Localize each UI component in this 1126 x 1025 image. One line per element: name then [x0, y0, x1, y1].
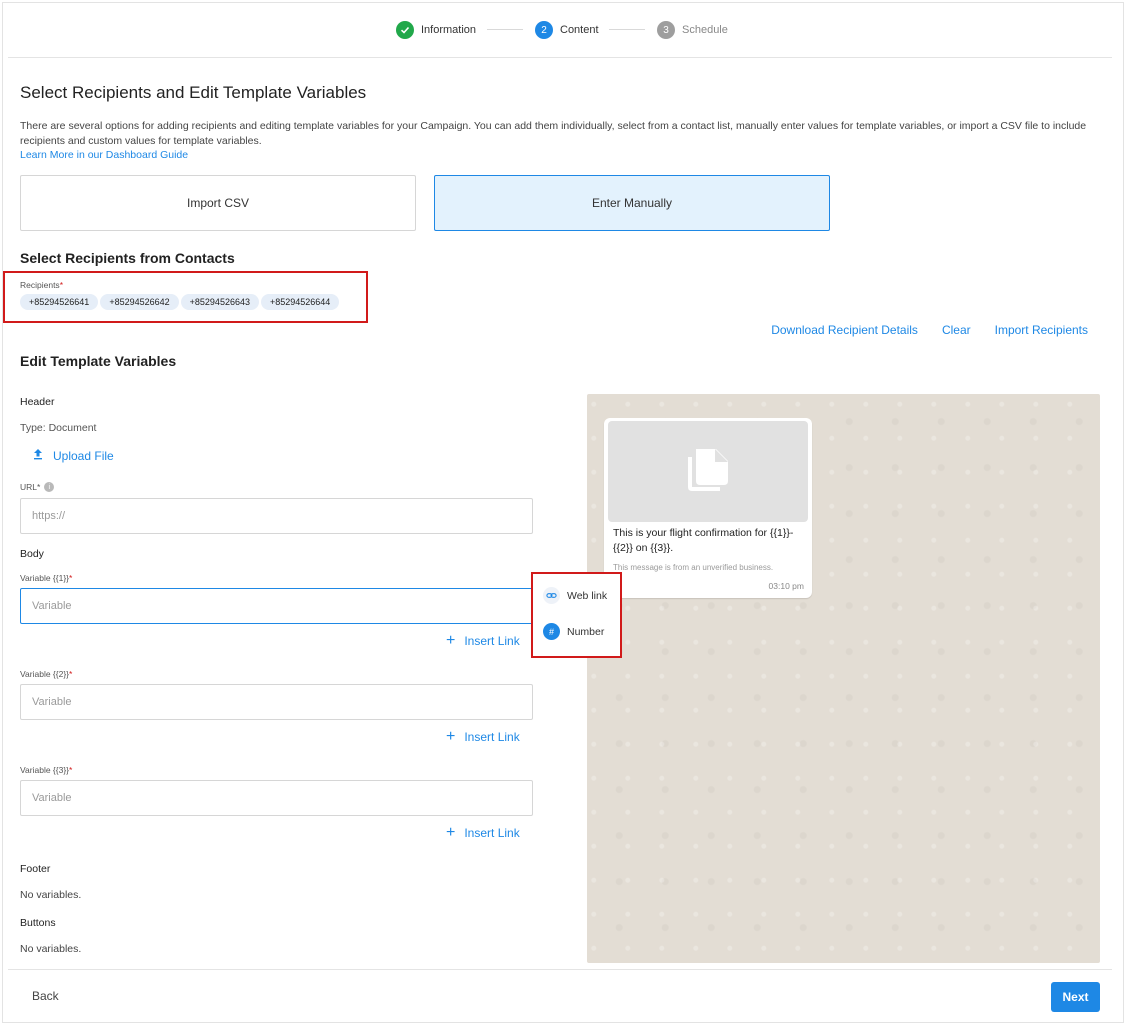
menu-item-label: Number	[567, 625, 605, 638]
variable-1-label: Variable {{1}} *	[20, 573, 73, 583]
recipient-chip[interactable]: +85294526642	[100, 294, 179, 310]
check-icon	[396, 21, 414, 39]
step-information[interactable]: Information	[396, 20, 476, 40]
import-recipients-button[interactable]: Import Recipients	[995, 323, 1088, 337]
enter-manually-card[interactable]: Enter Manually	[434, 175, 830, 231]
footer-value: No variables.	[20, 889, 82, 901]
next-button[interactable]: Next	[1051, 982, 1100, 1012]
plus-icon: +	[446, 824, 456, 841]
recipient-actions: Download Recipient Details Clear Import …	[771, 323, 1088, 337]
step-content[interactable]: 2 Content	[535, 20, 599, 40]
insert-link-label: Insert Link	[464, 730, 520, 744]
plus-icon: +	[446, 728, 456, 745]
step-label: Schedule	[682, 24, 728, 36]
insert-link-label: Insert Link	[464, 634, 520, 648]
recipient-chip[interactable]: +85294526641	[20, 294, 99, 310]
upload-file-label: Upload File	[53, 448, 114, 463]
buttons-value: No variables.	[20, 943, 82, 955]
template-section-title: Edit Template Variables	[20, 353, 177, 369]
clear-button[interactable]: Clear	[942, 323, 971, 337]
url-label: URL* i	[20, 482, 55, 492]
recipient-chip[interactable]: +85294526643	[180, 294, 259, 310]
step-number: 3	[657, 21, 675, 39]
body-label: Body	[20, 548, 44, 560]
stepper: Information 2 Content 3 Schedule	[0, 20, 1126, 40]
learn-more-link[interactable]: Learn More in our Dashboard Guide	[20, 149, 188, 161]
variable-1-input[interactable]	[20, 588, 533, 624]
variable-3-input[interactable]	[20, 780, 533, 816]
message-text: This is your flight confirmation for {{1…	[613, 527, 794, 554]
unverified-note: This message is from an unverified busin…	[613, 563, 774, 572]
header-divider	[8, 57, 1112, 58]
menu-item-label: Web link	[567, 589, 608, 602]
recipient-chip[interactable]: +85294526644	[260, 294, 340, 310]
buttons-label: Buttons	[20, 917, 56, 929]
message-time: 03:10 pm	[768, 581, 804, 591]
insert-menu-popup: Web link # Number	[531, 572, 622, 658]
recipient-chips[interactable]: +85294526641 +85294526642 +85294526643 +…	[20, 294, 340, 310]
import-csv-card[interactable]: Import CSV	[20, 175, 416, 231]
url-input[interactable]	[20, 498, 533, 534]
upload-file-button[interactable]: Upload File	[32, 448, 114, 463]
recipients-section-title: Select Recipients from Contacts	[20, 250, 235, 266]
page-description: There are several options for adding rec…	[20, 120, 1087, 147]
step-label: Content	[560, 24, 599, 36]
link-icon	[543, 587, 560, 604]
variable-2-input[interactable]	[20, 684, 533, 720]
menu-item-web-link[interactable]: Web link	[543, 587, 607, 604]
insert-link-label: Insert Link	[464, 826, 520, 840]
insert-link-button-1[interactable]: + Insert Link	[446, 632, 520, 649]
document-icon	[682, 443, 734, 500]
back-button[interactable]: Back	[32, 989, 59, 1003]
recipients-label: Recipients*	[20, 280, 63, 290]
header-label: Header	[20, 396, 55, 408]
variable-3-label: Variable {{3}} *	[20, 765, 73, 775]
message-bubble: This is your flight confirmation for {{1…	[604, 418, 812, 598]
variable-2-label: Variable {{2}} *	[20, 669, 73, 679]
step-label: Information	[421, 24, 477, 36]
document-placeholder	[608, 421, 808, 522]
step-connector	[609, 29, 645, 30]
menu-item-number[interactable]: # Number	[543, 623, 604, 640]
insert-link-button-2[interactable]: + Insert Link	[446, 728, 520, 745]
plus-icon: +	[446, 632, 456, 649]
insert-link-button-3[interactable]: + Insert Link	[446, 824, 520, 841]
download-recipient-details-button[interactable]: Download Recipient Details	[771, 323, 918, 337]
footer-divider	[8, 969, 1112, 970]
step-number: 2	[535, 21, 553, 39]
upload-icon	[32, 448, 44, 463]
step-connector	[487, 29, 523, 30]
hash-icon: #	[543, 623, 560, 640]
info-icon[interactable]: i	[44, 482, 55, 492]
step-schedule[interactable]: 3 Schedule	[657, 20, 728, 40]
header-type: Type: Document	[20, 422, 97, 434]
footer-label: Footer	[20, 863, 51, 875]
page-title: Select Recipients and Edit Template Vari…	[20, 83, 367, 102]
